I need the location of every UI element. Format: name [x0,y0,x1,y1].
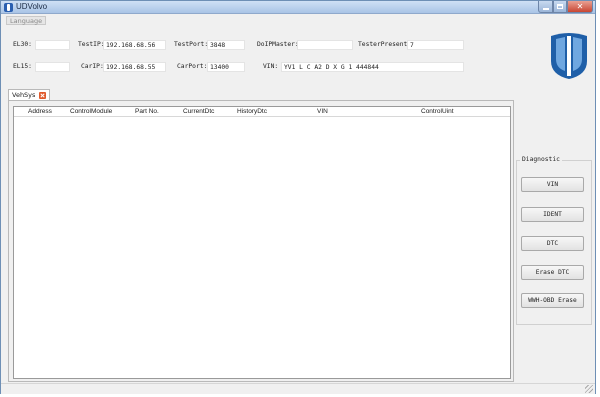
diagnostic-group: Diagnostic VIN IDENT DTC Erase DTC WWH-O… [516,156,592,325]
close-button[interactable]: ✕ [567,1,593,13]
test-ip-field[interactable]: 192.168.68.56 [103,40,166,50]
vin-button[interactable]: VIN [521,177,584,192]
maximize-icon [557,4,563,9]
test-port-label: TestPort: [174,41,209,48]
el15-label: EL15: [13,63,32,70]
logo-center-bar [567,36,571,76]
module-table[interactable]: Address ControlModule Part No. CurrentDt… [13,106,511,379]
column-header-historydtc[interactable]: HistoryDtc [237,107,267,117]
erase-dtc-button[interactable]: Erase DTC [521,265,584,280]
dtc-button[interactable]: DTC [521,236,584,251]
el15-field[interactable] [35,62,70,72]
el30-label: EL30: [13,41,32,48]
menu-bar: Language [1,15,595,26]
doip-master-field[interactable] [297,40,353,50]
minimize-button[interactable] [538,1,553,13]
tester-present-field[interactable]: 7 [407,40,464,50]
connection-row-2: EL15: CarIP: 192.168.68.55 CarPort: 1340… [1,62,595,72]
main-window: UDVolvo ✕ Language EL30: TestIP: 192.168… [0,0,596,394]
column-header-address[interactable]: Address [28,107,52,117]
column-header-vin[interactable]: VIN [317,107,328,117]
tab-close-icon[interactable] [39,92,46,99]
maximize-button[interactable] [553,1,567,13]
brand-logo [551,33,587,79]
vin-field[interactable]: YV1 L C A2 D X G 1 444844 [281,62,464,72]
status-bar [1,383,595,394]
car-port-field[interactable]: 13400 [207,62,245,72]
menu-item-language[interactable]: Language [6,16,47,25]
minimize-icon [542,7,549,10]
tab-label: VehSys [12,91,36,99]
window-controls: ✕ [538,1,593,13]
column-header-controlmodule[interactable]: ControlModule [70,107,112,117]
close-icon: ✕ [576,2,584,11]
tester-present-label: TesterPresent: [358,41,412,48]
ident-button[interactable]: IDENT [521,207,584,222]
doip-master-label: DoIPMaster: [257,41,299,48]
column-header-part-no[interactable]: Part No. [135,107,159,117]
vehsys-panel: Address ControlModule Part No. CurrentDt… [8,100,514,382]
car-ip-label: CarIP: [81,63,104,70]
table-header: Address ControlModule Part No. CurrentDt… [14,107,510,117]
title-bar: UDVolvo ✕ [1,1,595,14]
car-ip-field[interactable]: 192.168.68.55 [103,62,166,72]
diagnostic-title: Diagnostic [520,156,562,163]
wwh-obd-erase-button[interactable]: WWH-OBD Erase [521,293,584,308]
car-port-label: CarPort: [177,63,208,70]
connection-row-1: EL30: TestIP: 192.168.68.56 TestPort: 38… [1,40,595,50]
window-title: UDVolvo [16,2,48,11]
column-header-controluint[interactable]: ControlUint [421,107,454,117]
test-port-field[interactable]: 3848 [207,40,245,50]
resize-grip-icon[interactable] [585,385,593,393]
column-header-currentdtc[interactable]: CurrentDtc [183,107,214,117]
test-ip-label: TestIP: [78,41,105,48]
el30-field[interactable] [35,40,70,50]
tab-vehsys[interactable]: VehSys [8,89,50,100]
app-icon [4,3,13,12]
vin-label: VIN: [263,63,279,70]
